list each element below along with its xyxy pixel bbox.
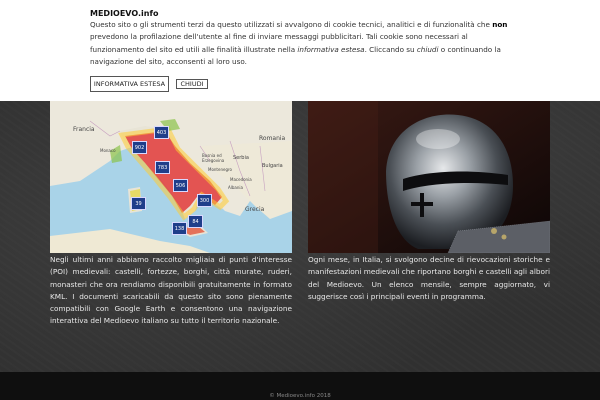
map-label-france: Francia: [73, 126, 95, 133]
events-description: Ogni mese, in Italia, si svolgono decine…: [308, 255, 550, 301]
kml-poi-description: Negli ultimi anni abbiamo raccolto migli…: [50, 255, 292, 326]
map-label-romania: Romania: [259, 135, 286, 142]
cookie-banner-text: Questo sito o gli strumenti terzi da que…: [90, 19, 520, 68]
map-label-macedonia: Macedonia: [230, 177, 252, 182]
map-cluster-marker[interactable]: 84: [188, 215, 203, 228]
map-label-albania: Albania: [228, 185, 243, 190]
informativa-estesa-button[interactable]: INFORMATIVA ESTESA: [90, 76, 169, 92]
map-cluster-marker[interactable]: 300: [197, 194, 212, 207]
poi-map-image[interactable]: Francia Romania Bosnia ed Erzegovina Ser…: [50, 101, 292, 253]
knight-helmet-drawing: [308, 101, 550, 253]
cookie-text-italic: chiudi: [416, 44, 439, 54]
map-cluster-marker[interactable]: 403: [154, 126, 169, 139]
footer-copyright: © Medioevo.info 2018: [269, 393, 331, 399]
map-cluster-marker[interactable]: 39: [131, 197, 146, 210]
cookie-text-part: . Cliccando su: [364, 44, 417, 54]
cookie-banner-title: MEDIOEVO.info: [90, 9, 159, 18]
map-cluster-marker[interactable]: 902: [132, 141, 147, 154]
map-cluster-marker[interactable]: 138: [172, 222, 187, 235]
footer: © Medioevo.info 2018: [0, 372, 600, 400]
chiudi-button[interactable]: CHIUDI: [176, 79, 208, 89]
knight-helmet-photo[interactable]: [308, 101, 550, 253]
map-label-serbia: Serbia: [233, 155, 249, 161]
cookie-banner: MEDIOEVO.info Questo sito o gli strument…: [0, 0, 600, 101]
map-label-bulgaria: Bulgaria: [262, 163, 283, 169]
map-label-greece: Grecia: [245, 206, 265, 213]
cookie-text-part: Questo sito o gli strumenti terzi da que…: [90, 20, 493, 29]
map-label-monaco: Monaco: [100, 148, 116, 153]
map-cluster-marker[interactable]: 506: [173, 179, 188, 192]
map-land-shapes: [50, 101, 292, 253]
cookie-text-bold: non: [492, 20, 508, 29]
map-cluster-marker[interactable]: 783: [155, 161, 170, 174]
map-label-montenegro: Montenegro: [208, 167, 233, 172]
cookie-text-italic: informativa estesa: [297, 44, 365, 54]
